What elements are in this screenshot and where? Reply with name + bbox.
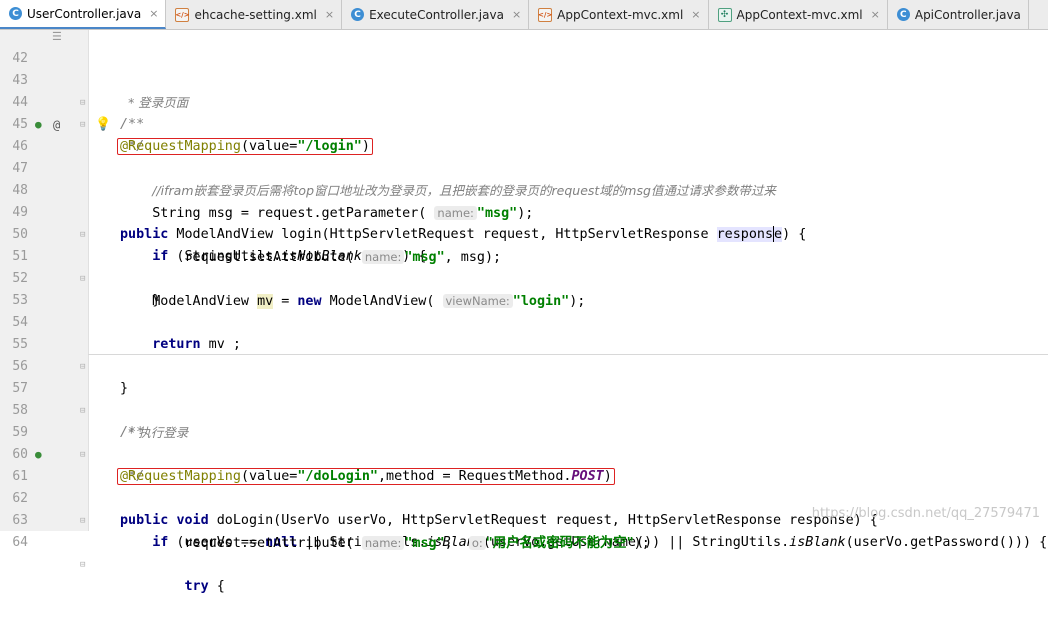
code-line: 58 * 执行登录 <box>0 378 1048 440</box>
java-class-icon: C <box>896 8 910 21</box>
tab-ehcache-setting[interactable]: </> ehcache-setting.xml × <box>166 0 343 29</box>
code-line: 62 ⊟ if (userVo == null || StringUtils.i… <box>0 466 1048 550</box>
close-icon[interactable]: × <box>871 8 880 21</box>
code-line: 47 //ifram嵌套登录页后需将top窗口地址改为登录页，且把嵌套的登录页的… <box>0 136 1048 198</box>
close-icon[interactable]: × <box>325 8 334 21</box>
code-text: try { <box>184 579 225 594</box>
tab-label: UserController.java <box>27 6 142 21</box>
java-class-icon: C <box>351 8 365 21</box>
code-line: 52 ModelAndView mv = new ModelAndView( v… <box>0 246 1048 309</box>
intention-bulb-icon[interactable]: 💡 <box>95 114 111 136</box>
override-marker-icon[interactable]: @ <box>53 114 60 136</box>
run-gutter-icon[interactable]: ● <box>35 444 42 466</box>
java-class-icon: C <box>9 7 22 20</box>
xml-file-icon: </> <box>538 7 552 22</box>
tab-usercontroller[interactable]: C UserController.java × <box>0 0 167 29</box>
doc-comment-icon: ☰ <box>52 30 62 43</box>
code-line: 53 <box>0 268 1048 308</box>
code-line: 57 ⊟ /** <box>0 356 1048 440</box>
param-hint: name: <box>361 536 405 550</box>
spring-xml-icon: ✣ <box>717 7 732 22</box>
code-line: 45 @RequestMapping(value="/login") <box>0 92 1048 155</box>
tab-label: ehcache-setting.xml <box>194 7 317 22</box>
close-icon[interactable]: × <box>512 8 521 21</box>
tab-executecontroller[interactable]: C ExecuteController.java × <box>342 0 530 29</box>
tab-apicontroller[interactable]: C ApiController.java <box>888 0 1029 29</box>
code-line: 42 ☰ ⊟ /** <box>0 26 1048 132</box>
code-line: 56 <box>0 334 1048 374</box>
line-number: 64 <box>12 535 28 550</box>
watermark: https://blog.csdn.net/qq_27579471 <box>811 506 1040 521</box>
code-line: 54 return mv ; <box>0 290 1048 352</box>
code-line: 49 ⊟ if (StringUtils.isNotBlank(msg)) { <box>0 180 1048 264</box>
close-icon[interactable]: × <box>691 8 700 21</box>
code-text: request.setAttribute( name: "msg", o: "用户名… <box>120 536 650 551</box>
close-icon[interactable]: × <box>149 7 158 20</box>
code-line: 59 ⊟ */ <box>0 400 1048 484</box>
code-editor[interactable]: 42 ☰ ⊟ /** 43 * 登录页面 44 ⊟ */ 45 @Request… <box>0 30 1048 594</box>
code-line: 44 ⊟ */ <box>0 70 1048 154</box>
xml-file-icon: </> <box>175 7 190 22</box>
fold-icon[interactable]: ⊟ <box>80 554 85 576</box>
tab-label: ApiController.java <box>914 7 1021 22</box>
code-line: 51 ⊟ } <box>0 224 1048 308</box>
tab-appcontext-mvc-2[interactable]: ✣ AppContext-mvc.xml × <box>709 0 888 29</box>
code-line: 50 request.setAttribute( name: "msg", msg… <box>0 202 1048 265</box>
tab-label: AppContext-mvc.xml <box>736 7 863 22</box>
code-line: 46 ● @ 💡 public ModelAndView login(HttpS… <box>0 114 1048 242</box>
code-line: 55 ⊟ } <box>0 312 1048 396</box>
tab-appcontext-mvc-1[interactable]: </> AppContext-mvc.xml × <box>529 0 709 29</box>
tab-label: AppContext-mvc.xml <box>557 7 684 22</box>
code-line: 61 ● public void doLogin(UserVo userVo, … <box>0 444 1048 528</box>
param-hint: o: <box>468 536 486 550</box>
method-separator <box>88 354 1048 355</box>
code-line: 48 String msg = request.getParameter( na… <box>0 158 1048 221</box>
code-line: 43 * 登录页面 <box>0 48 1048 110</box>
string-token: "用户名或密码不能为空" <box>485 536 634 551</box>
tab-label: ExecuteController.java <box>369 7 504 22</box>
run-gutter-icon[interactable]: ● <box>35 114 42 136</box>
code-line: 60 @RequestMapping(value="/doLogin",meth… <box>0 422 1048 485</box>
